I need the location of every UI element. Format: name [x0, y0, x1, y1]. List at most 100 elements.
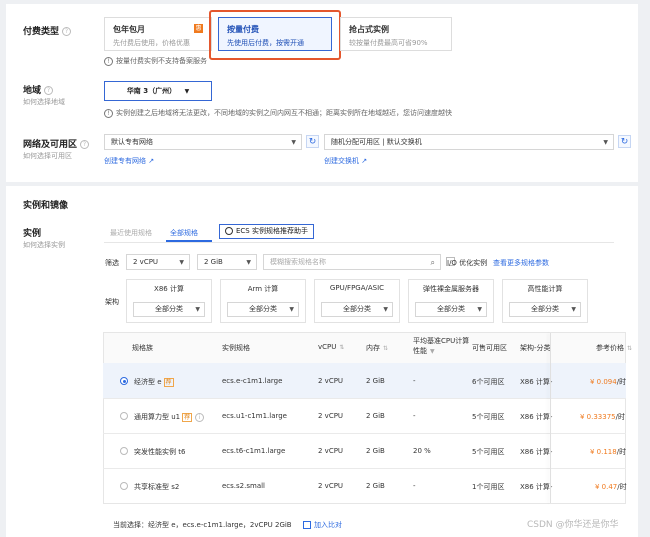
filter-label: 筛选	[105, 259, 119, 267]
sort-icon[interactable]: ⇅	[627, 345, 632, 352]
arch-category-select[interactable]: 全部分类 ▼	[133, 302, 205, 317]
billing-note: ! 按量付费实例不支持备案服务	[104, 56, 207, 66]
arch-bare-metal[interactable]: 弹性裸金属服务器 全部分类 ▼	[408, 279, 494, 323]
spec-cell: ecs.t6-c1m1.large	[222, 447, 286, 455]
price-cell: ¥ 0.47/时	[595, 483, 627, 491]
memory-filter-select[interactable]: 2 GiB ▼	[197, 254, 257, 270]
mem-cell: 2 GiB	[366, 482, 385, 490]
caret-down-icon: ▼	[477, 306, 482, 313]
col-arch: 架构-分类	[520, 344, 551, 352]
arch-category-select[interactable]: 全部分类 ▼	[509, 302, 581, 317]
mem-cell: 2 GiB	[366, 377, 385, 385]
tab-recent-specs[interactable]: 最近使用规格	[110, 228, 152, 238]
external-link-icon: ↗	[148, 157, 155, 165]
caret-down-icon: ▼	[195, 306, 200, 313]
refresh-zone-icon[interactable]: ↻	[618, 135, 631, 148]
spec-search-input[interactable]: 模糊搜索规格名称 ⌕	[263, 254, 441, 270]
caret-down-icon: ▼	[289, 306, 294, 313]
caret-down-icon: ▼	[571, 306, 576, 313]
sort-icon[interactable]: ⇅	[339, 344, 344, 351]
region-note: ! 实例创建之后地域将无法更改，不同地域的实例之间内网互不相通；距离实例所在地域越…	[104, 108, 452, 118]
zone-cell: 5个可用区	[472, 413, 505, 421]
billing-region-card: 付费类型? 包年包月 先付费后使用，价格优惠 惠 按量付费 先使用后付费，按需开…	[6, 4, 638, 182]
zone-help-link[interactable]: 如何选择可用区	[23, 151, 72, 161]
recommended-tag: 荐	[182, 413, 193, 422]
col-price[interactable]: 参考价格 ⇅	[596, 343, 632, 353]
option-title: 抢占式实例	[349, 25, 389, 34]
zone-cell: 1个可用区	[472, 483, 505, 491]
io-optimized-label: I/O 优化实例	[447, 259, 488, 267]
family-cell: 共享标准型 s2	[134, 483, 180, 491]
col-vcpu[interactable]: vCPU ⇅	[318, 343, 344, 351]
vcpu-cell: 2 vCPU	[318, 482, 344, 490]
family-cell: 通用算力型 u1 荐 i	[134, 412, 205, 422]
col-zone: 可售可用区	[472, 344, 507, 352]
arch-x86[interactable]: X86 计算 全部分类 ▼	[126, 279, 212, 323]
create-switch-link[interactable]: 创建交换机 ↗	[324, 156, 367, 166]
create-vpc-link[interactable]: 创建专有网络 ↗	[104, 156, 154, 166]
caret-down-icon: ▼	[184, 88, 190, 95]
option-desc: 较按量付费最高可省90%	[349, 39, 428, 47]
price-cell: ¥ 0.094/时	[590, 378, 627, 386]
refresh-vpc-icon[interactable]: ↻	[306, 135, 319, 148]
discount-badge: 惠	[194, 24, 203, 33]
spec-cell: ecs.u1-c1m1.large	[222, 412, 287, 420]
zone-cell: 6个可用区	[472, 378, 505, 386]
instance-image-card: 实例和镜像 实例 如何选择实例 最近使用规格 全部规格 ECS 实例规格推荐助手…	[6, 186, 638, 537]
row-radio[interactable]	[120, 482, 128, 490]
arch-cell: X86 计算-	[520, 378, 553, 386]
instance-label: 实例	[23, 229, 42, 239]
billing-option-spot[interactable]: 抢占式实例 较按量付费最高可省90%	[340, 17, 452, 51]
mem-cell: 2 GiB	[366, 412, 385, 420]
info-icon: !	[104, 56, 113, 66]
arch-gpu[interactable]: GPU/FPGA/ASIC 全部分类 ▼	[314, 279, 400, 323]
sort-icon[interactable]: ⇅	[383, 345, 388, 352]
arch-cell: X86 计算-	[520, 483, 553, 491]
caret-down-icon: ▼	[291, 139, 296, 146]
spec-cell: ecs.e-c1m1.large	[222, 377, 283, 385]
vcpu-cell: 2 vCPU	[318, 377, 344, 385]
col-mem[interactable]: 内存 ⇅	[366, 343, 388, 353]
help-icon[interactable]: ?	[62, 27, 72, 36]
filter-icon[interactable]: ▼	[430, 348, 435, 355]
billing-option-subscription[interactable]: 包年包月 先付费后使用，价格优惠	[104, 17, 212, 51]
vpc-value: 默认专有网络	[111, 138, 153, 146]
arch-category-select[interactable]: 全部分类 ▼	[321, 302, 393, 317]
arch-hpc[interactable]: 高性能计算 全部分类 ▼	[502, 279, 588, 323]
caret-down-icon: ▼	[246, 259, 251, 266]
col-baseline: 平均基准CPU计算性能 ▼	[413, 337, 470, 355]
help-icon[interactable]: ?	[80, 140, 90, 149]
search-icon[interactable]: ⌕	[431, 255, 435, 270]
row-radio[interactable]	[120, 377, 128, 385]
family-cell: 经济型 e荐	[134, 378, 174, 387]
row-radio[interactable]	[120, 447, 128, 455]
col-spec: 实例规格	[222, 344, 250, 352]
mem-cell: 2 GiB	[366, 447, 385, 455]
arch-category-select[interactable]: 全部分类 ▼	[227, 302, 299, 317]
zone-select[interactable]: 随机分配可用区 | 默认交换机 ▼	[324, 134, 614, 150]
tab-all-specs[interactable]: 全部规格	[170, 228, 198, 238]
vcpu-filter-select[interactable]: 2 vCPU ▼	[126, 254, 190, 270]
baseline-cell: -	[413, 412, 416, 420]
option-desc: 先付费后使用，价格优惠	[113, 39, 190, 47]
watermark: CSDN @你华还是你华	[527, 520, 619, 530]
region-help-link[interactable]: 如何选择地域	[23, 97, 65, 107]
help-icon[interactable]: ?	[44, 86, 54, 95]
spec-assistant-button[interactable]: ECS 实例规格推荐助手	[219, 224, 314, 239]
vpc-select[interactable]: 默认专有网络 ▼	[104, 134, 302, 150]
billing-label: 付费类型?	[23, 24, 72, 37]
arch-category-select[interactable]: 全部分类 ▼	[415, 302, 487, 317]
assistant-icon	[225, 227, 233, 235]
caret-down-icon: ▼	[383, 306, 388, 313]
current-selection: 当前选择：经济型 e，ecs.e-c1m1.large，2vCPU 2GiB	[113, 521, 292, 529]
instance-help-link[interactable]: 如何选择实例	[23, 240, 65, 250]
arch-arm[interactable]: Arm 计算 全部分类 ▼	[220, 279, 306, 323]
add-compare-button[interactable]: 加入比对	[303, 520, 342, 530]
row-radio[interactable]	[120, 412, 128, 420]
region-select[interactable]: 华南 3（广州） ▼	[104, 81, 212, 101]
info-icon[interactable]: i	[195, 412, 205, 422]
baseline-cell: -	[413, 482, 416, 490]
more-specs-link[interactable]: 查看更多规格参数	[493, 258, 549, 268]
spec-cell: ecs.s2.small	[222, 482, 265, 490]
vcpu-cell: 2 vCPU	[318, 447, 344, 455]
